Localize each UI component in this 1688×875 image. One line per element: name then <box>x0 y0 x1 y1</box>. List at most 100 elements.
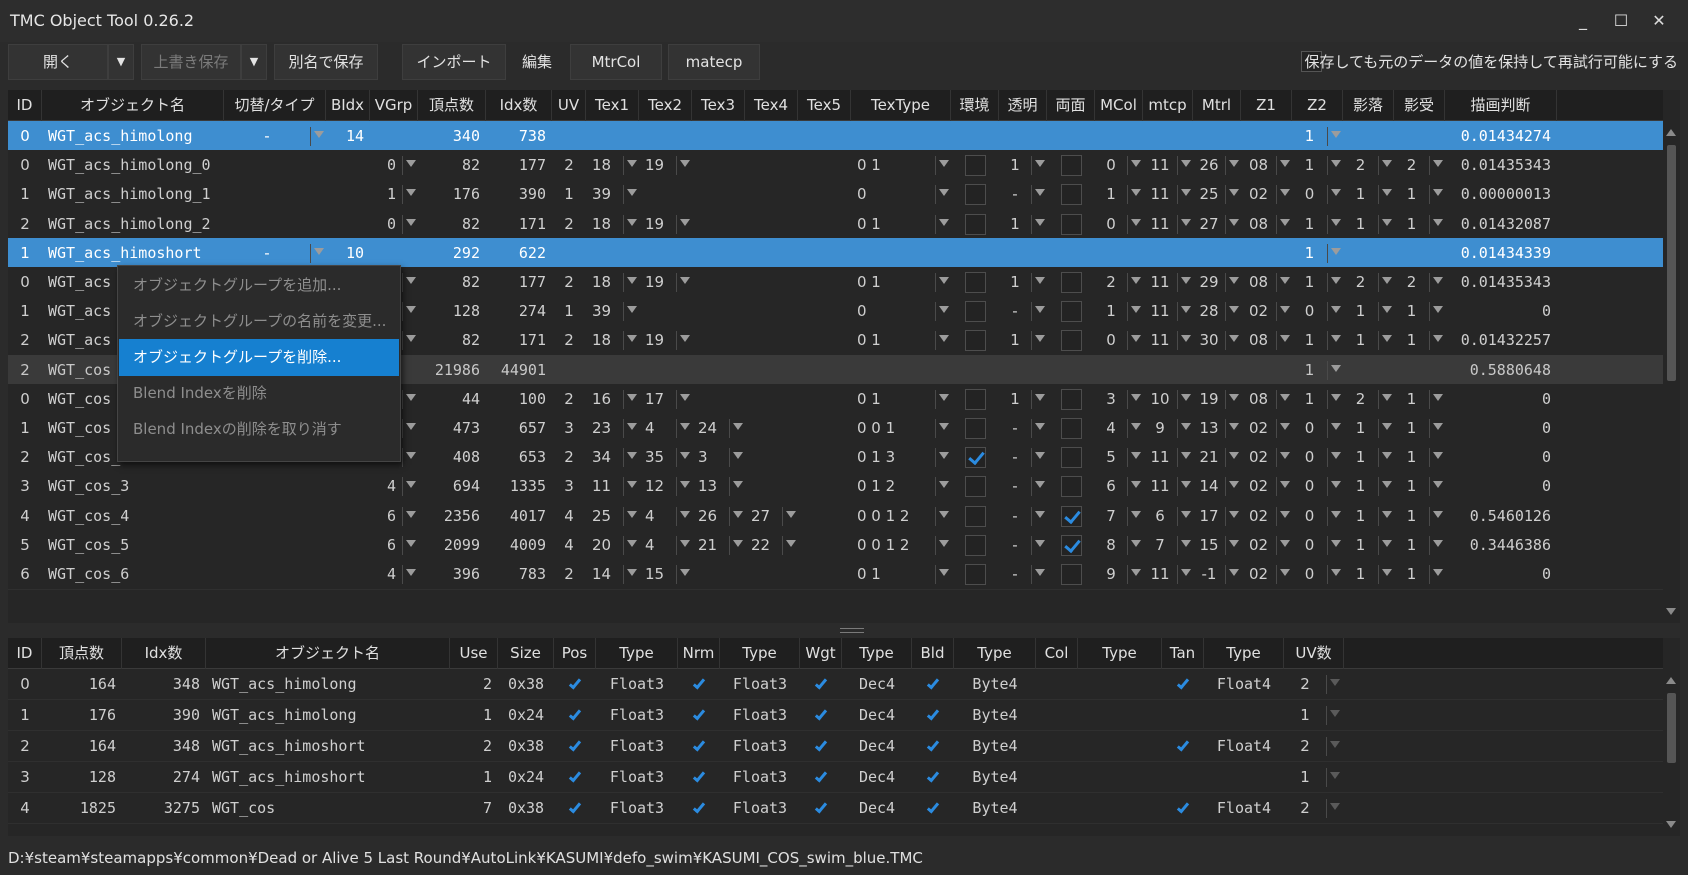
bld-type-cell[interactable]: Byte4 <box>954 731 1036 762</box>
column-header[interactable]: 環境 <box>951 90 999 121</box>
dropdown-arrow-icon[interactable] <box>1229 189 1239 197</box>
tex3-cell[interactable] <box>692 355 729 386</box>
dropdown-arrow-icon[interactable] <box>1229 510 1239 518</box>
dropdown-arrow-icon[interactable] <box>733 510 743 518</box>
dropdown-arrow-icon[interactable] <box>1382 277 1392 284</box>
draw-judge-cell[interactable]: 0.3446386 <box>1445 530 1557 561</box>
column-header[interactable]: Tex5 <box>798 90 851 121</box>
dropdown-arrow-icon[interactable] <box>733 481 743 489</box>
dropdown-arrow-icon[interactable] <box>1229 277 1239 284</box>
dropdown-arrow-icon[interactable] <box>939 510 949 518</box>
vertex-count-cell[interactable]: 408 <box>418 442 486 473</box>
tan-type-cell[interactable]: Float4 <box>1204 793 1284 824</box>
z1-cell[interactable]: 02 <box>1241 413 1276 444</box>
column-header[interactable]: Z2 <box>1292 90 1343 121</box>
shadow-drop-cell[interactable] <box>1343 355 1378 386</box>
dropdown-arrow-icon[interactable] <box>1330 679 1340 686</box>
textype-cell[interactable]: 0 <box>851 179 935 210</box>
tex5-cell[interactable] <box>798 442 835 473</box>
tex1-cell[interactable] <box>586 121 623 152</box>
uv-cell[interactable]: 2 <box>552 325 586 356</box>
column-header[interactable]: Col <box>1036 638 1078 669</box>
wgt-type-cell[interactable]: Dec4 <box>842 669 912 700</box>
vgrp-cell[interactable]: 0 <box>370 209 402 240</box>
scrollbar-thumb[interactable] <box>1667 693 1676 763</box>
column-header[interactable]: Use <box>450 638 498 669</box>
textype-cell[interactable]: 0 0 1 <box>851 413 935 444</box>
mtcp-cell[interactable] <box>1143 121 1177 152</box>
shadow-drop-cell[interactable]: 1 <box>1343 296 1378 327</box>
vertex-count-cell[interactable]: 164 <box>42 731 122 762</box>
tex5-cell[interactable] <box>798 209 835 240</box>
dropdown-arrow-icon[interactable] <box>406 218 416 226</box>
mcol-cell[interactable]: 6 <box>1095 471 1127 502</box>
import-button[interactable]: インポート <box>402 44 506 80</box>
double-sided-checkbox[interactable] <box>1060 534 1082 556</box>
switch-type-cell[interactable] <box>224 501 310 532</box>
uv-cell[interactable]: 4 <box>552 501 586 532</box>
dropdown-arrow-icon[interactable] <box>1382 393 1392 401</box>
id-cell[interactable]: 6 <box>8 559 42 590</box>
dropdown-arrow-icon[interactable] <box>939 393 949 401</box>
uv-cell[interactable] <box>552 121 586 152</box>
env-checkbox[interactable] <box>964 155 986 177</box>
dropdown-arrow-icon[interactable] <box>1280 218 1290 226</box>
tex5-cell[interactable] <box>798 384 835 415</box>
mtcp-cell[interactable]: 11 <box>1143 267 1177 298</box>
tex2-cell[interactable]: 4 <box>639 501 676 532</box>
dropdown-arrow-icon[interactable] <box>1382 510 1392 518</box>
shadow-drop-cell[interactable]: 1 <box>1343 325 1378 356</box>
shadow-receive-cell[interactable]: 1 <box>1394 471 1429 502</box>
uv-cell[interactable]: 2 <box>552 267 586 298</box>
z1-cell[interactable]: 08 <box>1241 384 1276 415</box>
vertex-count-cell[interactable]: 128 <box>42 762 122 793</box>
dropdown-arrow-icon[interactable] <box>786 539 796 547</box>
z2-cell[interactable]: 0 <box>1292 559 1327 590</box>
dropdown-arrow-icon[interactable] <box>406 335 416 343</box>
mtcp-cell[interactable]: 11 <box>1143 325 1177 356</box>
double-sided-checkbox[interactable] <box>1060 418 1082 439</box>
tex1-cell[interactable]: 14 <box>586 559 623 590</box>
mtrl-cell[interactable]: 19 <box>1193 384 1225 415</box>
minimize-button[interactable]: _ <box>1564 8 1602 34</box>
shadow-drop-cell[interactable]: 2 <box>1343 384 1378 415</box>
dropdown-arrow-icon[interactable] <box>680 452 690 460</box>
uv-cell[interactable]: 4 <box>552 530 586 561</box>
env-checkbox[interactable] <box>964 184 986 206</box>
mtrl-cell[interactable]: 25 <box>1193 179 1225 210</box>
object-row[interactable]: 5 WGT_cos_5 6 2099 4009 4 20 4 21 22 0 0 1 2-8 7 15 0… <box>8 529 1663 561</box>
object-name-cell[interactable]: WGT_acs_himolong_2 <box>42 209 224 240</box>
id-cell[interactable]: 5 <box>8 530 42 561</box>
tex4-cell[interactable] <box>745 384 782 415</box>
dropdown-arrow-icon[interactable] <box>627 452 637 460</box>
tex5-cell[interactable] <box>798 238 835 269</box>
tex5-cell[interactable] <box>798 150 835 181</box>
transparent-cell[interactable]: 1 <box>999 384 1031 415</box>
use-cell[interactable]: 2 <box>450 669 498 700</box>
draw-judge-cell[interactable]: 0 <box>1445 384 1557 415</box>
z1-cell[interactable]: 02 <box>1241 530 1276 561</box>
dropdown-arrow-icon[interactable] <box>1229 160 1239 168</box>
dropdown-arrow-icon[interactable] <box>627 481 637 489</box>
tex3-cell[interactable] <box>692 179 729 210</box>
object-name-cell[interactable]: WGT_cos_6 <box>42 559 224 590</box>
tex4-cell[interactable] <box>745 325 782 356</box>
column-header[interactable]: Tex4 <box>745 90 798 121</box>
dropdown-arrow-icon[interactable] <box>1382 218 1392 226</box>
column-header[interactable]: 切替/タイプ <box>224 90 326 121</box>
object-grid-scrollbar[interactable] <box>1663 121 1680 623</box>
tan-type-cell[interactable]: Float4 <box>1204 669 1284 700</box>
dropdown-arrow-icon[interactable] <box>939 539 949 547</box>
dropdown-arrow-icon[interactable] <box>786 510 796 518</box>
dropdown-arrow-icon[interactable] <box>1280 160 1290 168</box>
column-header[interactable]: Tex1 <box>586 90 639 121</box>
col-type-cell[interactable] <box>1078 731 1162 762</box>
mtcp-cell[interactable]: 9 <box>1143 413 1177 444</box>
shadow-receive-cell[interactable] <box>1394 355 1429 386</box>
column-header[interactable]: BIdx <box>326 90 370 121</box>
dropdown-arrow-icon[interactable] <box>1331 452 1341 460</box>
column-header[interactable]: Mtrl <box>1193 90 1241 121</box>
shadow-drop-cell[interactable]: 1 <box>1343 530 1378 561</box>
uv-cell[interactable]: 2 <box>552 384 586 415</box>
index-count-cell[interactable]: 783 <box>486 559 552 590</box>
